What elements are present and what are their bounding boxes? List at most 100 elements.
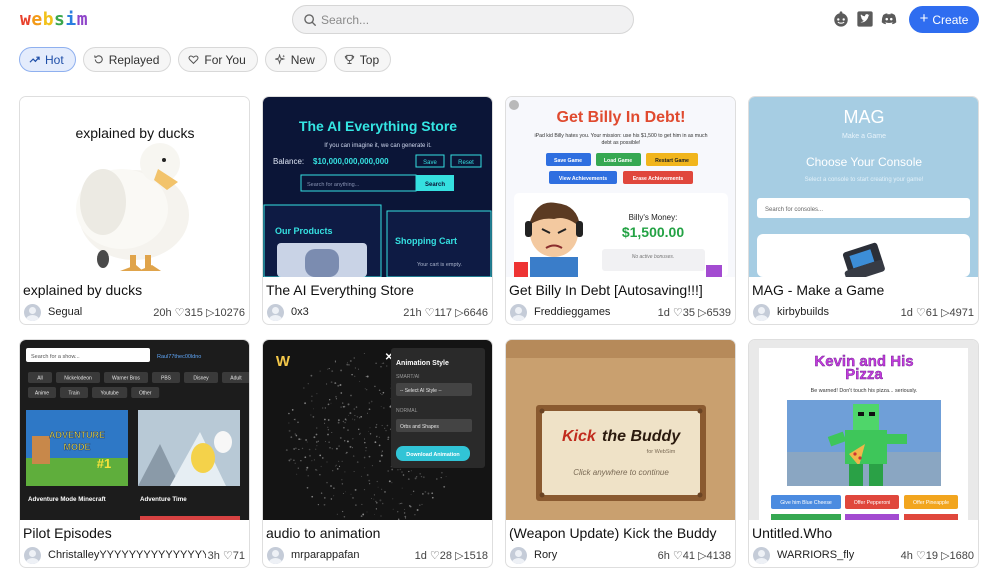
project-card[interactable]: MAG Make a Game Choose Your Console Sele…: [748, 96, 979, 325]
author-name[interactable]: Freddieggames: [534, 306, 610, 318]
author-name[interactable]: WARRIORS_fly: [777, 549, 854, 561]
filter-replayed[interactable]: Replayed: [82, 47, 172, 72]
avatar[interactable]: [24, 547, 41, 564]
particle-dot: [366, 375, 369, 378]
reddit-icon[interactable]: [832, 10, 850, 28]
particle-dot: [319, 474, 321, 476]
websim-logo[interactable]: websim: [20, 9, 88, 30]
particle-dot: [373, 494, 375, 496]
particle-dot: [384, 491, 386, 493]
avatar[interactable]: [753, 304, 770, 321]
avatar[interactable]: [24, 304, 41, 321]
particle-dot: [335, 395, 337, 398]
particle-dot: [344, 471, 346, 473]
particle-dot: [341, 510, 344, 513]
particle-dot: [380, 452, 382, 454]
project-card[interactable]: Get Billy In Debt! iPad kid Billy hates …: [505, 96, 736, 325]
filter-hot[interactable]: Hot: [19, 47, 76, 72]
particle-dot: [397, 511, 399, 513]
particle-dot: [313, 436, 316, 439]
avatar[interactable]: [267, 547, 284, 564]
particle-dot: [307, 383, 309, 385]
project-card[interactable]: The AI Everything Store If you can imagi…: [262, 96, 493, 325]
choose-heading: Choose Your Console: [806, 155, 922, 169]
particle-dot: [386, 365, 388, 367]
card-title: Untitled.Who: [752, 525, 833, 541]
particle-dot: [290, 458, 292, 460]
particle-dot: [376, 435, 378, 437]
create-button[interactable]: + Create: [909, 6, 979, 33]
author-name[interactable]: ChristalleyYYYYYYYYYYYYYYYY: [48, 549, 217, 561]
author-name[interactable]: Rory: [534, 549, 557, 561]
particle-dot: [323, 503, 326, 506]
thumb-heading-2: Pizza: [845, 366, 883, 383]
card-stats: 4h ♡19 ▷1680: [898, 549, 974, 562]
particle-dot: [419, 472, 422, 475]
avatar[interactable]: [753, 547, 770, 564]
particle-dot: [391, 468, 394, 471]
particle-dot: [319, 454, 322, 457]
particle-dot: [343, 405, 346, 408]
particle-dot: [356, 461, 359, 463]
filter-new[interactable]: New: [264, 47, 327, 72]
author-name[interactable]: mrparappafan: [291, 549, 360, 561]
logo-letter: i: [65, 9, 77, 30]
particle-dot: [353, 408, 356, 410]
particle-dot: [443, 485, 446, 488]
project-card[interactable]: explained by ducks explained by ducks Se…: [19, 96, 250, 325]
particle-dot: [352, 438, 354, 440]
author-name[interactable]: kirbybuilds: [777, 306, 829, 318]
particle-dot: [330, 498, 333, 500]
particle-dot: [361, 475, 363, 477]
particle-dot: [288, 412, 290, 415]
project-card[interactable]: Kick the Buddy for WebSim Click anywhere…: [505, 339, 736, 568]
particle-dot: [380, 366, 382, 368]
particle-dot: [334, 382, 337, 385]
avatar[interactable]: [267, 304, 284, 321]
search-box[interactable]: [292, 5, 634, 34]
particle-dot: [328, 368, 330, 370]
particle-dot: [431, 492, 434, 495]
particle-dot: [353, 357, 355, 359]
avatar[interactable]: [510, 304, 527, 321]
particle-dot: [387, 470, 390, 472]
thumb-subtitle: If you can imagine it, we can generate i…: [324, 143, 432, 149]
avatar[interactable]: [510, 547, 527, 564]
particle-dot: [397, 518, 400, 520]
project-card[interactable]: W ✕ Animation Style SMART/AI -- Select A…: [262, 339, 493, 568]
project-card[interactable]: Search for a show... Raul77thec00ldno Al…: [19, 339, 250, 568]
particle-dot: [356, 416, 359, 418]
particle-dot: [305, 439, 308, 441]
filter-top[interactable]: Top: [333, 47, 392, 72]
search-input[interactable]: [321, 9, 621, 30]
particle-dot: [380, 393, 382, 395]
author-name[interactable]: 0x3: [291, 306, 309, 318]
discord-icon[interactable]: [880, 10, 898, 28]
particle-dot: [369, 483, 371, 485]
logo-letter: e: [31, 9, 43, 30]
the-buddy-text: the Buddy: [602, 428, 681, 445]
particle-dot: [307, 475, 309, 477]
twitter-icon[interactable]: [856, 10, 874, 28]
particle-dot: [387, 436, 390, 439]
particle-dot: [343, 426, 345, 429]
card-title: (Weapon Update) Kick the Buddy: [509, 525, 717, 541]
thumb-heading: MAG: [843, 107, 884, 127]
card-thumbnail: Kevin and His Pizza Be warned! Don't tou…: [749, 340, 978, 520]
card-stats: 21h ♡117 ▷6646: [401, 306, 488, 319]
particle-dot: [378, 436, 380, 438]
particle-dot: [381, 488, 383, 490]
particle-dot: [374, 441, 377, 444]
particle-dot: [441, 471, 443, 474]
particle-dot: [336, 513, 338, 515]
filter-label: For You: [204, 52, 246, 67]
author-name[interactable]: Segual: [48, 306, 82, 318]
card-thumbnail: The AI Everything Store If you can imagi…: [263, 97, 492, 277]
particle-dot: [416, 509, 419, 511]
particle-dot: [373, 498, 375, 500]
particle-dot: [392, 498, 394, 500]
project-card[interactable]: Kevin and His Pizza Be warned! Don't tou…: [748, 339, 979, 568]
top-bar: websim + Create: [0, 0, 1000, 40]
particle-dot: [386, 424, 389, 427]
filter-for-you[interactable]: For You: [178, 47, 258, 72]
